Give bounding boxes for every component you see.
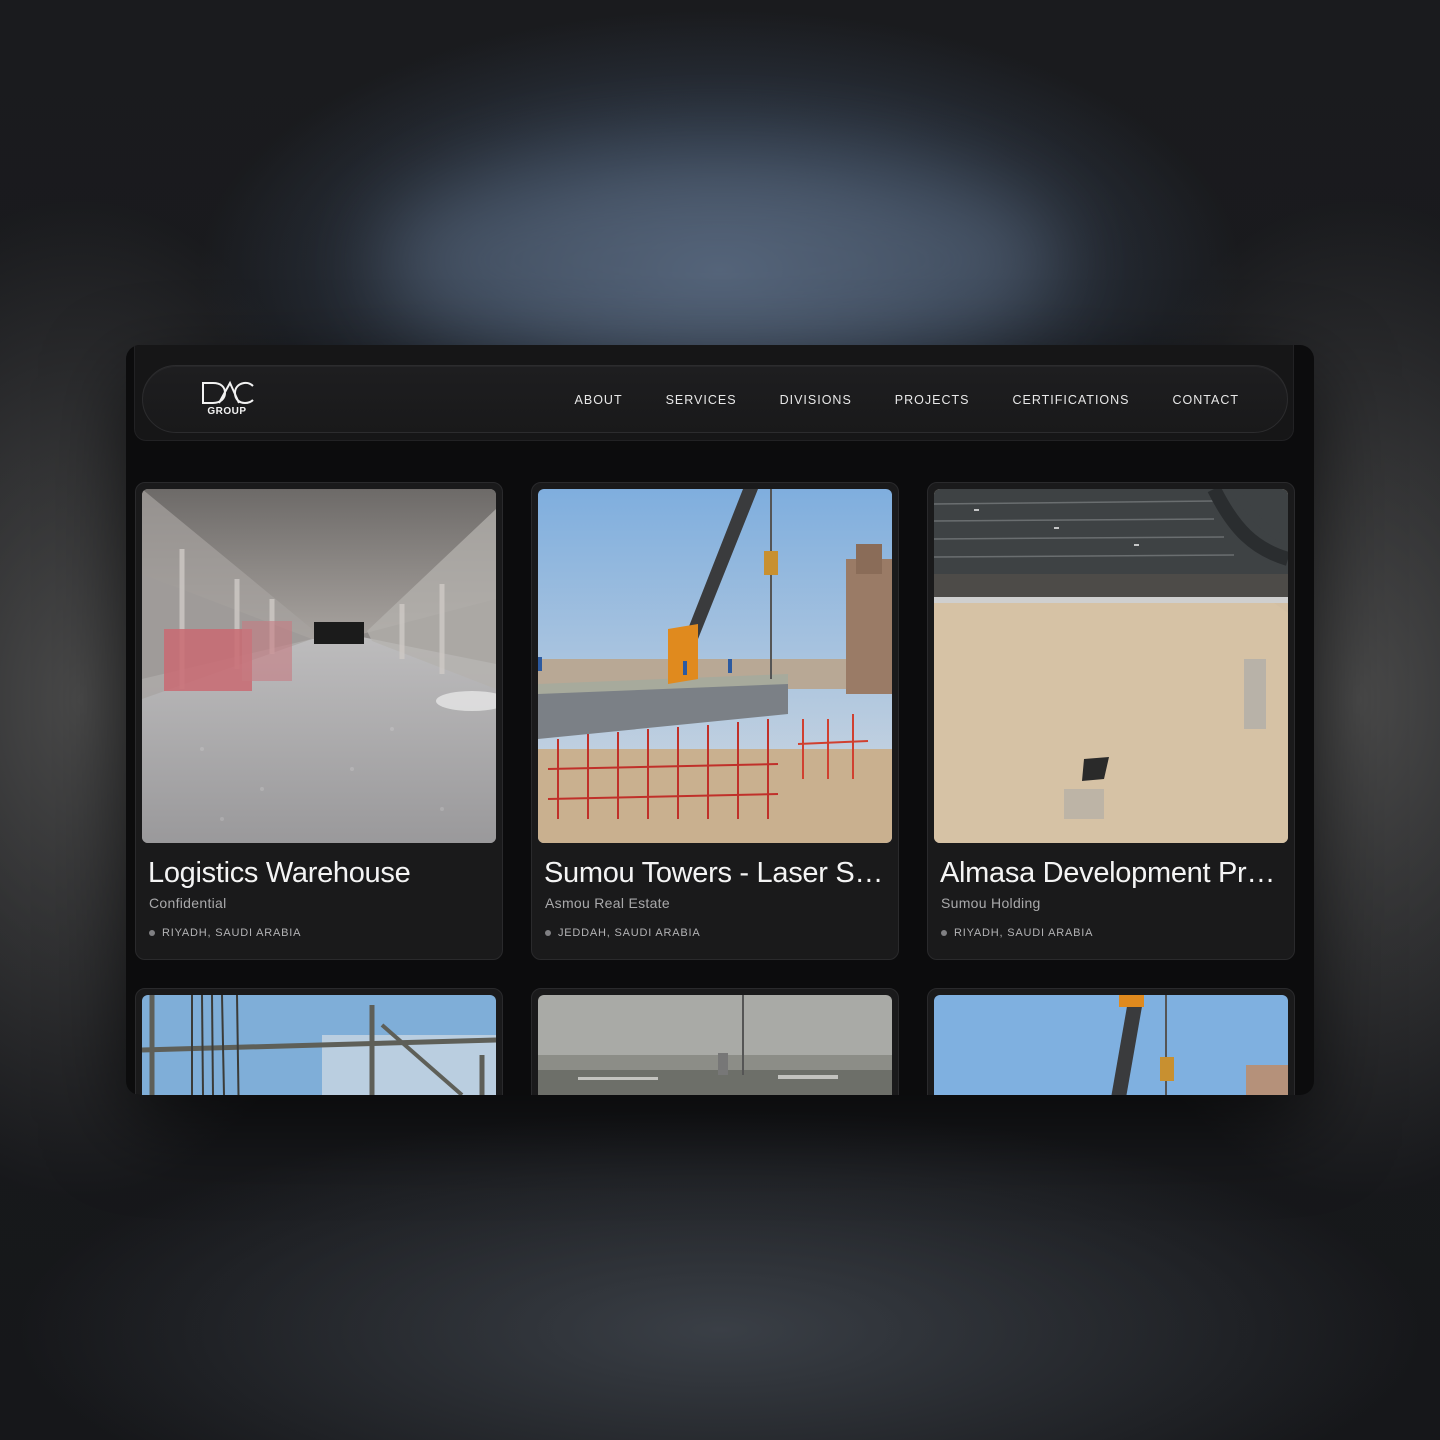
project-image-scaffolding — [142, 995, 496, 1095]
browser-window: GROUP ABOUT SERVICES DIVISIONS PROJECTS … — [126, 345, 1314, 1095]
project-location-text: JEDDAH, SAUDI ARABIA — [558, 927, 701, 939]
location-dot-icon — [149, 930, 155, 936]
dac-logo-icon — [202, 380, 254, 405]
project-location-text: RIYADH, SAUDI ARABIA — [162, 927, 302, 939]
logo-subtext: GROUP — [207, 406, 247, 417]
logo[interactable]: GROUP — [199, 380, 259, 420]
project-client: Asmou Real Estate — [545, 895, 670, 911]
backdrop-glow — [380, 150, 1060, 370]
project-image-aerial — [934, 489, 1288, 843]
project-card[interactable] — [927, 988, 1295, 1095]
project-image-crane — [934, 995, 1288, 1095]
project-image-warehouse — [142, 489, 496, 843]
nav-menu: ABOUT SERVICES DIVISIONS PROJECTS CERTIF… — [575, 366, 1239, 434]
project-client: Sumou Holding — [941, 895, 1041, 911]
project-title: Sumou Towers - Laser Scanning — [544, 857, 888, 889]
project-location-text: RIYADH, SAUDI ARABIA — [954, 927, 1094, 939]
project-title: Logistics Warehouse — [148, 857, 411, 889]
location-dot-icon — [545, 930, 551, 936]
project-image-bridge — [538, 489, 892, 843]
projects-grid: Logistics Warehouse Confidential RIYADH,… — [135, 482, 1295, 1095]
project-card[interactable]: Sumou Towers - Laser Scanning Asmou Real… — [531, 482, 899, 960]
project-location: JEDDAH, SAUDI ARABIA — [545, 927, 701, 939]
nav-divisions[interactable]: DIVISIONS — [780, 393, 852, 407]
project-card[interactable] — [135, 988, 503, 1095]
project-image-skyline — [538, 995, 892, 1095]
header: GROUP ABOUT SERVICES DIVISIONS PROJECTS … — [134, 345, 1294, 441]
location-dot-icon — [941, 930, 947, 936]
nav-contact[interactable]: CONTACT — [1173, 393, 1240, 407]
nav-certifications[interactable]: CERTIFICATIONS — [1012, 393, 1129, 407]
project-location: RIYADH, SAUDI ARABIA — [149, 927, 301, 939]
project-card[interactable]: Logistics Warehouse Confidential RIYADH,… — [135, 482, 503, 960]
navbar: GROUP ABOUT SERVICES DIVISIONS PROJECTS … — [142, 365, 1288, 433]
nav-about[interactable]: ABOUT — [575, 393, 623, 407]
project-location: RIYADH, SAUDI ARABIA — [941, 927, 1093, 939]
nav-services[interactable]: SERVICES — [666, 393, 737, 407]
project-client: Confidential — [149, 895, 227, 911]
project-card[interactable] — [531, 988, 899, 1095]
project-title: Almasa Development Project — [940, 857, 1284, 889]
nav-projects[interactable]: PROJECTS — [895, 393, 970, 407]
project-card[interactable]: Almasa Development Project Sumou Holding… — [927, 482, 1295, 960]
